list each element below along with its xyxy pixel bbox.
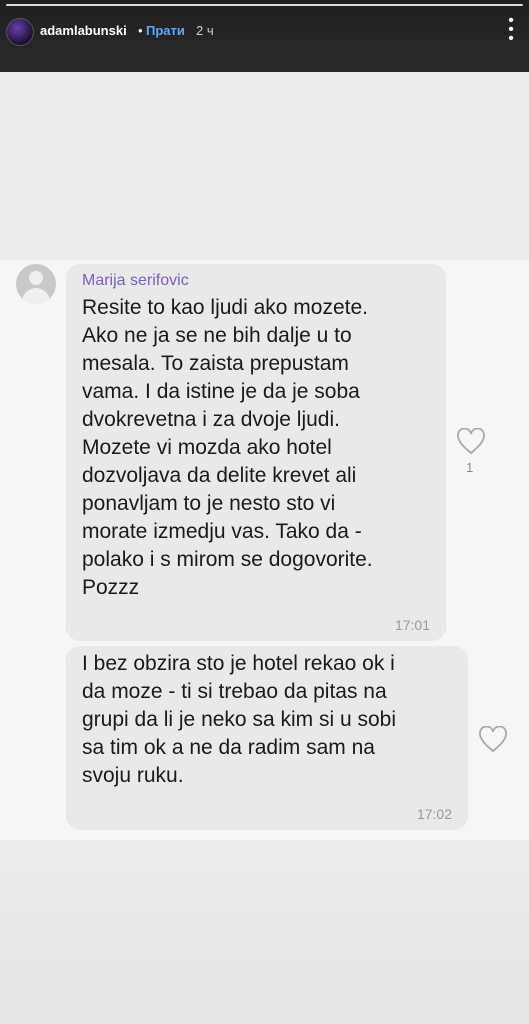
story-header: adamlabunski • Прати 2 ч • • •: [0, 0, 529, 72]
message-bubble: Marija serifovic Resite to kao ljudi ako…: [66, 264, 446, 641]
message-text: Resite to kao ljudi ako mozete. Ako ne j…: [82, 296, 373, 599]
sender-name: Marija serifovic: [82, 272, 189, 289]
like-count: 1: [466, 460, 474, 475]
heart-outline-icon[interactable]: [456, 428, 486, 456]
story-username[interactable]: adamlabunski: [40, 23, 127, 38]
screenshot-top-blank: [0, 72, 529, 260]
story-avatar[interactable]: [6, 18, 34, 46]
story-progress-bar: [6, 4, 523, 6]
follow-button[interactable]: Прати: [146, 23, 185, 38]
message-bubble: I bez obzira sto je hotel rekao ok i da …: [66, 646, 468, 830]
more-vertical-icon[interactable]: • • •: [505, 13, 517, 47]
contact-avatar: [16, 264, 56, 304]
separator-dot: •: [138, 23, 143, 38]
heart-outline-icon[interactable]: [478, 726, 508, 754]
message-text: I bez obzira sto je hotel rekao ok i da …: [82, 652, 396, 787]
message-time: 17:02: [416, 806, 452, 822]
screenshot-bottom-blank: [0, 840, 529, 1024]
story-time: 2 ч: [196, 23, 214, 38]
message-time: 17:01: [394, 617, 430, 633]
